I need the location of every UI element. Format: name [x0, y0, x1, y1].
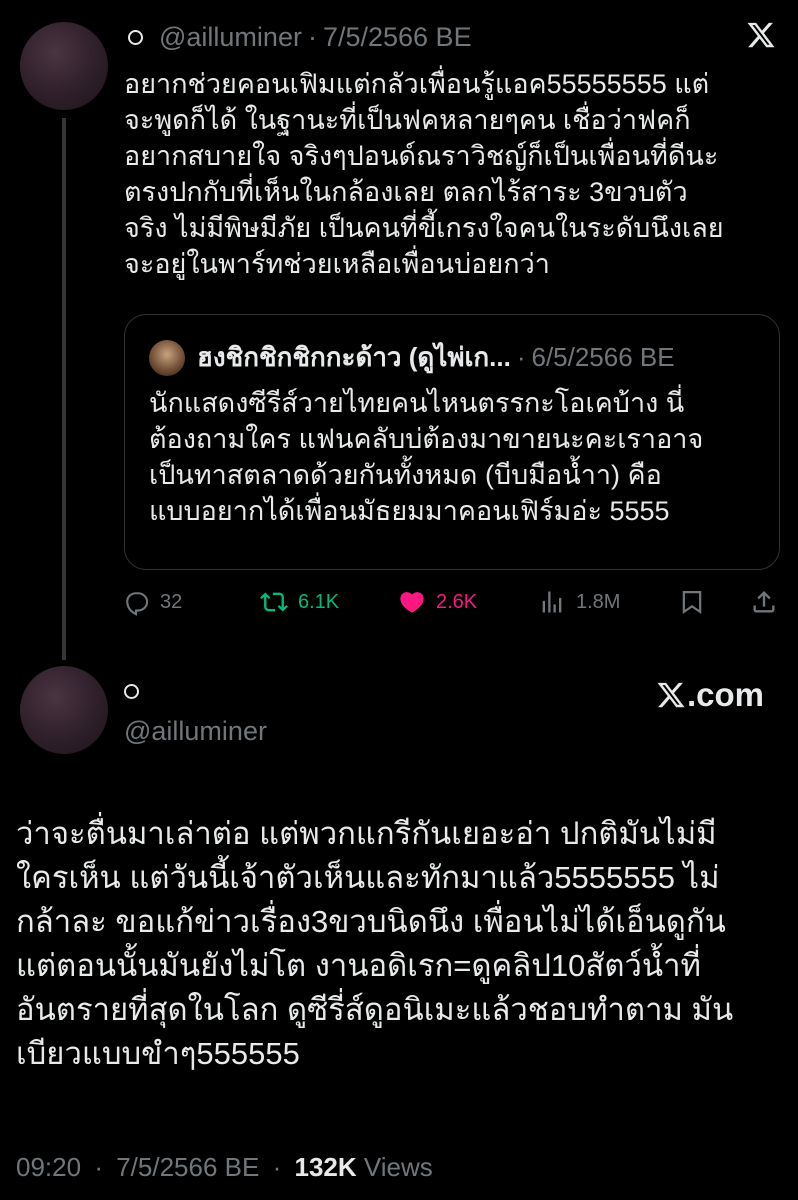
action-bar: 32 6.1K 2.6K 1.8M	[122, 588, 782, 622]
tweet-text-line: อยากช่วยคอนเฟิมแต่กลัวเพื่อนรู้แอค555555…	[124, 69, 710, 99]
reply-count: 32	[160, 590, 183, 613]
avatar[interactable]	[20, 666, 108, 754]
tweet-text-line: ใครเห็น แต่วันนี้เจ้าตัวเห็นและทักมาแล้ว…	[16, 860, 720, 895]
handle[interactable]: @ailluminer	[159, 22, 302, 53]
tweet-time[interactable]: 09:20	[16, 1152, 81, 1182]
like-count: 2.6K	[436, 590, 478, 613]
quoted-text-line: ต้องถามใคร แฟนคลับบ่ต้องมาขายนะคะเราอาจ	[149, 424, 704, 454]
separator-dot: ·	[94, 1152, 103, 1182]
tweet-text-line: กล้าละ ขอแก้ข่าวเรื่อง3ขวบนิดนึง เพื่อนไ…	[16, 904, 726, 939]
reply-button[interactable]: 32	[122, 588, 182, 616]
quoted-date: 6/5/2566 BE	[531, 342, 675, 372]
quoted-tweet-card[interactable]: ฮงชิกชิกชิกกะด้าว (ดูไพ่เก... · 6/5/2566…	[124, 314, 780, 570]
tweet-date[interactable]: 7/5/2566 BE	[116, 1152, 259, 1182]
tweet-text-line: จะอยู่ในพาร์ทช่วยเหลือเพื่อนบ่อยกว่า	[124, 249, 550, 279]
tweet-text-line: เบียวแบบขำๆ555555	[16, 1036, 300, 1071]
bookmark-icon[interactable]	[678, 588, 706, 616]
tweet-date[interactable]: 7/5/2566 BE	[323, 22, 472, 53]
tweet-text-line: อยากสบายใจ จริงๆปอนด์ณราวิชญ์ก็เป็นเพื่อ…	[124, 141, 719, 171]
tweet-header: @ailluminer · 7/5/2566 BE	[124, 22, 472, 53]
tweet-text: ว่าจะตื่นมาเล่าต่อ แต่พวกแกรีกันเยอะอ่า …	[16, 812, 786, 1076]
quoted-tweet-header: ฮงชิกชิกชิกกะด้าว (ดูไพ่เก... · 6/5/2566…	[149, 337, 675, 378]
brand-suffix: .com	[686, 676, 764, 713]
quoted-text-line: เป็นทาสตลาดด้วยกันทั้งหมด (บีบมือน้ำา) ค…	[149, 460, 662, 490]
share-icon[interactable]	[750, 588, 778, 616]
views-label: Views	[363, 1152, 433, 1182]
display-name-circle[interactable]	[128, 30, 143, 45]
tweet-text-line: อันตรายที่สุดในโลก ดูซีรี่ส์ดูอนิเมะแล้ว…	[16, 992, 734, 1027]
x-com-brand: .com	[656, 676, 764, 714]
repost-count: 6.1K	[298, 590, 340, 613]
tweet-text: อยากช่วยคอนเฟิมแต่กลัวเพื่อนรู้แอค555555…	[124, 66, 784, 282]
separator-dot: ·	[516, 342, 526, 372]
tweet-text-line: ว่าจะตื่นมาเล่าต่อ แต่พวกแกรีกันเยอะอ่า …	[16, 816, 717, 851]
heart-icon	[400, 592, 424, 613]
handle[interactable]: @ailluminer	[124, 716, 267, 747]
tweet-text-line: จริง ไม่มีพิษมีภัย เป็นคนที่ขี้เกรงใจคนใ…	[124, 213, 724, 243]
tweet-meta-footer: 09:20 · 7/5/2566 BE · 132K Views	[16, 1152, 433, 1183]
quoted-display-name: ฮงชิกชิกชิกกะด้าว (ดูไพ่เก...	[197, 342, 511, 372]
separator-dot: ·	[307, 22, 317, 52]
avatar[interactable]	[20, 22, 108, 110]
display-name-circle[interactable]	[124, 684, 139, 699]
quoted-tweet-text: นักแสดงซีรีส์วายไทยคนไหนตรรกะโอเคบ้าง นี…	[149, 385, 703, 529]
reply-icon	[126, 592, 149, 616]
quoted-text-line: นักแสดงซีรีส์วายไทยคนไหนตรรกะโอเคบ้าง นี…	[149, 388, 685, 418]
quoted-avatar	[149, 339, 185, 376]
tweet-text-line: แต่ตอนนั้นมันยังไม่โต งานอดิเรก=ดูคลิป10…	[16, 948, 701, 983]
repost-icon	[260, 592, 288, 612]
views-count: 1.8M	[576, 590, 621, 613]
views-button[interactable]: 1.8M	[538, 588, 620, 616]
views-count: 132K	[294, 1152, 357, 1182]
x-logo-icon[interactable]	[746, 20, 776, 50]
like-button[interactable]: 2.6K	[398, 588, 477, 616]
repost-button[interactable]: 6.1K	[260, 588, 339, 616]
tweet-text-line: ตรงปกกับที่เห็นในกล้องเลย ตลกไร้สาระ 3ขว…	[124, 177, 688, 207]
quoted-text-line: แบบอยากได้เพื่อนมัธยมมาคอนเฟิร์มอ่ะ 5555	[149, 496, 670, 526]
tweet-text-line: จะพูดก็ได้ ในฐานะที่เป็นฟคหลายๆคน เชื่อว…	[124, 105, 691, 135]
x-logo-icon	[657, 682, 685, 708]
thread-connector-line	[62, 118, 66, 660]
views-icon	[542, 591, 562, 613]
separator-dot: ·	[272, 1152, 282, 1182]
